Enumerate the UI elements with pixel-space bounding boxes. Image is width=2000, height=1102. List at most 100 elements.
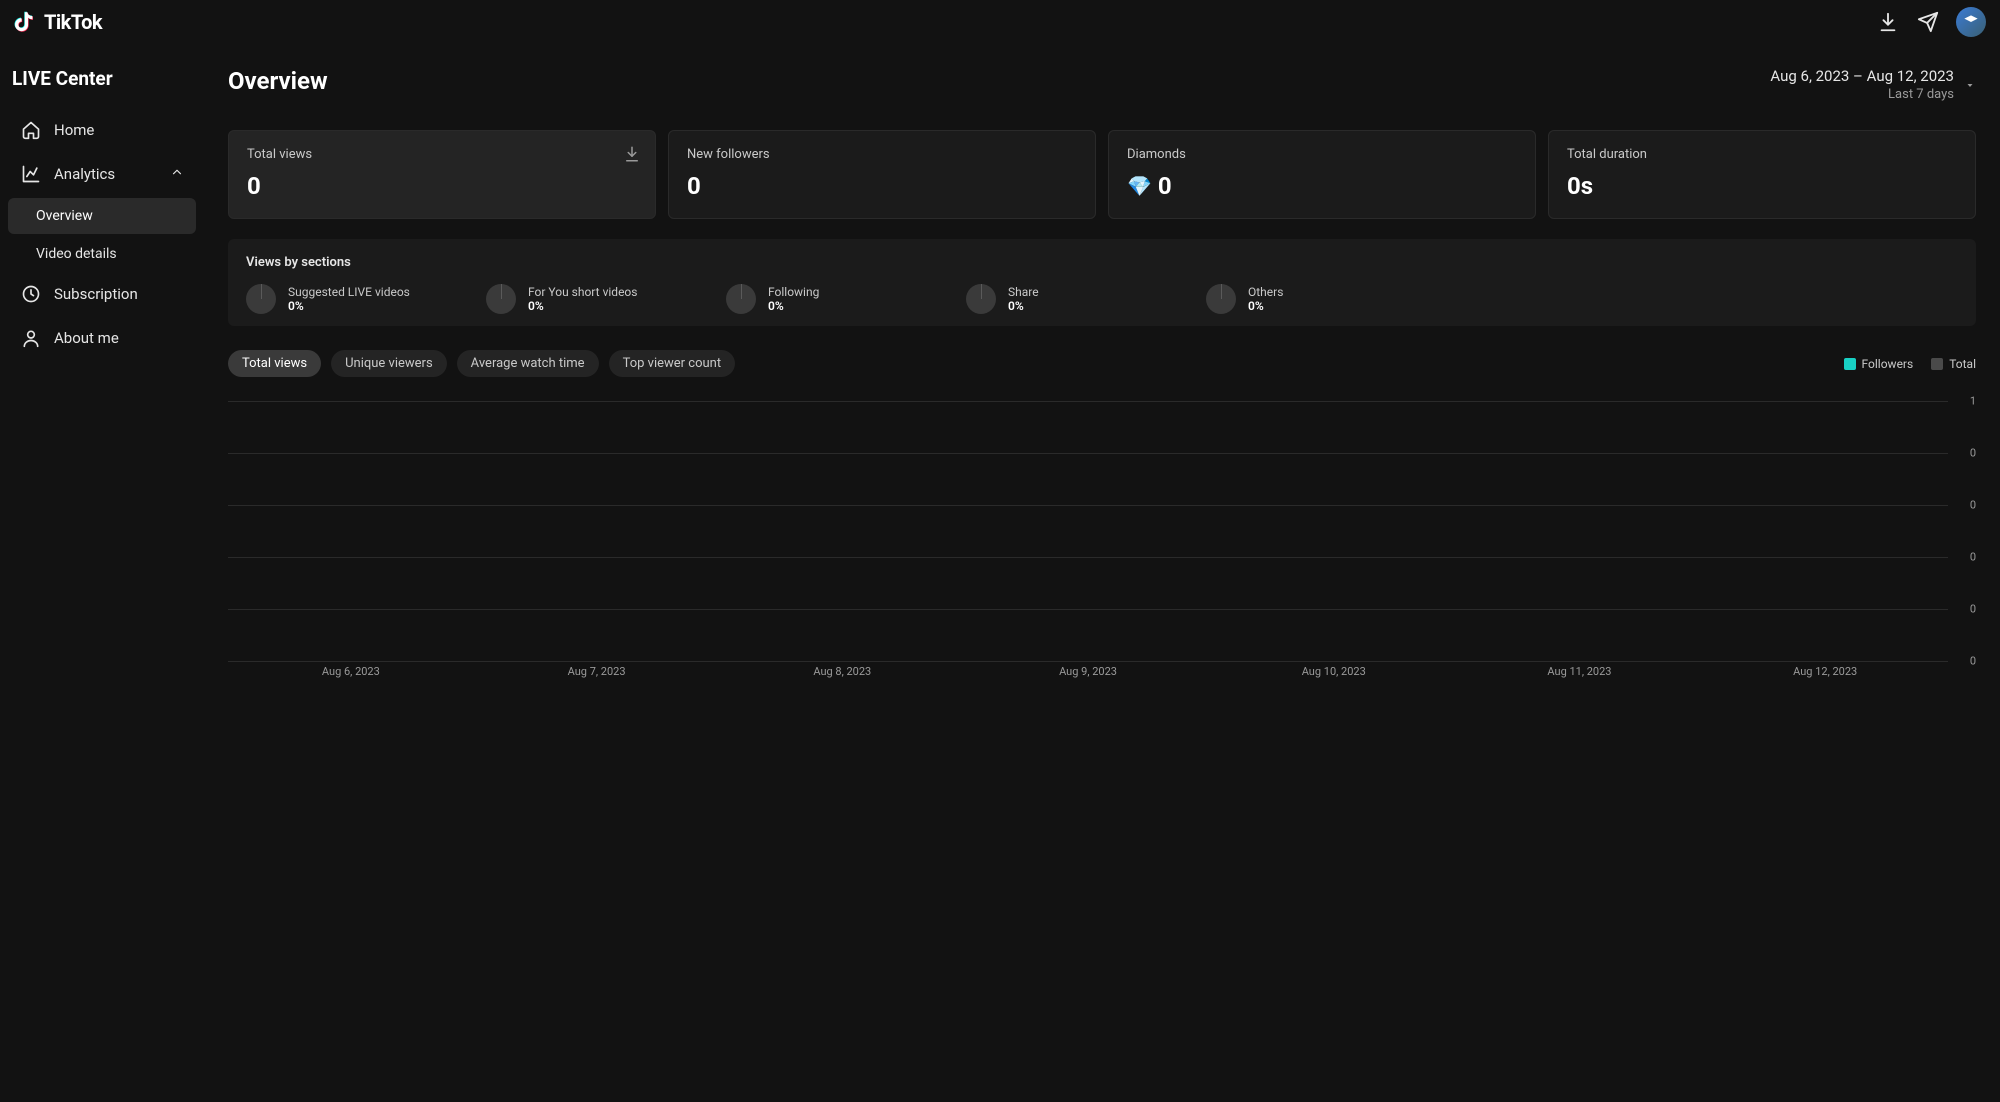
stat-total-views[interactable]: Total views 0: [228, 130, 656, 219]
sidebar-item-analytics[interactable]: Analytics: [8, 154, 196, 194]
chevron-up-icon: [170, 165, 184, 183]
stat-total-duration[interactable]: Total duration 0s: [1548, 130, 1976, 219]
stat-new-followers[interactable]: New followers 0: [668, 130, 1096, 219]
legend-label: Followers: [1862, 357, 1914, 371]
swatch-total: [1931, 358, 1943, 370]
sidebar-title: LIVE Center: [8, 67, 196, 110]
section-item: Others0%: [1206, 284, 1406, 314]
sections-title: Views by sections: [246, 255, 1958, 270]
page-title: Overview: [228, 67, 328, 95]
section-label: For You short videos: [528, 285, 637, 299]
chart-area: 100000: [228, 401, 1976, 661]
y-tick-label: 0: [1970, 447, 1976, 460]
grid-line: [228, 557, 1948, 558]
section-item: For You short videos0%: [486, 284, 686, 314]
sidebar-item-subscription[interactable]: Subscription: [8, 274, 196, 314]
layers-icon: [1963, 14, 1979, 30]
chart-tab[interactable]: Total views: [228, 350, 321, 377]
section-item: Share0%: [966, 284, 1166, 314]
pie-icon: [486, 284, 516, 314]
date-range-text: Aug 6, 2023 – Aug 12, 2023: [1770, 67, 1954, 85]
user-icon: [20, 327, 42, 349]
section-label: Share: [1008, 285, 1039, 299]
grid-line: [228, 661, 1948, 662]
stat-value: 0: [687, 172, 1077, 200]
topbar: TikTok: [0, 0, 2000, 43]
grid-line: [228, 505, 1948, 506]
stat-diamonds[interactable]: Diamonds 💎 0: [1108, 130, 1536, 219]
x-tick-label: Aug 11, 2023: [1457, 665, 1703, 678]
subscription-icon: [20, 283, 42, 305]
section-value: 0%: [768, 299, 819, 313]
pie-icon: [966, 284, 996, 314]
sidebar-item-label: Subscription: [54, 285, 138, 303]
sidebar-item-label: Home: [54, 121, 94, 139]
date-range-picker[interactable]: Aug 6, 2023 – Aug 12, 2023 Last 7 days: [1770, 67, 1976, 102]
stat-label: Total duration: [1567, 147, 1957, 162]
pie-icon: [726, 284, 756, 314]
grid-line: [228, 453, 1948, 454]
x-tick-label: Aug 6, 2023: [228, 665, 474, 678]
x-tick-label: Aug 7, 2023: [474, 665, 720, 678]
chart-tab[interactable]: Unique viewers: [331, 350, 447, 377]
y-tick-label: 0: [1970, 655, 1976, 668]
stats-row: Total views 0 New followers 0 Diamonds 💎…: [228, 130, 1976, 219]
legend-followers: Followers: [1844, 357, 1914, 371]
home-icon: [20, 119, 42, 141]
y-tick-label: 0: [1970, 551, 1976, 564]
swatch-followers: [1844, 358, 1856, 370]
section-value: 0%: [288, 299, 410, 313]
x-tick-label: Aug 9, 2023: [965, 665, 1211, 678]
download-icon[interactable]: [623, 145, 641, 163]
send-icon[interactable]: [1908, 2, 1948, 42]
chart-tabs: Total views Unique viewers Average watch t…: [228, 350, 1976, 377]
section-item: Following0%: [726, 284, 926, 314]
stat-value: 0: [247, 172, 637, 200]
section-label: Suggested LIVE videos: [288, 285, 410, 299]
legend-total: Total: [1931, 357, 1976, 371]
x-tick-label: Aug 10, 2023: [1211, 665, 1457, 678]
chart-legend: Followers Total: [1844, 357, 1976, 371]
stat-value: 0s: [1567, 172, 1957, 200]
stat-label: Diamonds: [1127, 147, 1517, 162]
section-item: Suggested LIVE videos0%: [246, 284, 446, 314]
section-value: 0%: [1008, 299, 1039, 313]
sidebar-sub-video-details[interactable]: Video details: [8, 236, 196, 272]
stat-label: Total views: [247, 147, 637, 162]
caret-down-icon: [1964, 79, 1976, 91]
views-by-sections-card: Views by sections Suggested LIVE videos0…: [228, 239, 1976, 326]
diamond-icon: 💎: [1127, 176, 1152, 196]
chart-tab[interactable]: Average watch time: [457, 350, 599, 377]
section-value: 0%: [528, 299, 637, 313]
section-value: 0%: [1248, 299, 1283, 313]
pie-icon: [1206, 284, 1236, 314]
section-label: Others: [1248, 285, 1283, 299]
brand-name: TikTok: [44, 10, 102, 34]
account-avatar[interactable]: [1956, 7, 1986, 37]
stat-value: 0: [1158, 172, 1172, 200]
sidebar-item-label: Overview: [36, 208, 93, 224]
section-label: Following: [768, 285, 819, 299]
tiktok-logo[interactable]: TikTok: [14, 9, 102, 35]
stat-label: New followers: [687, 147, 1077, 162]
date-range-sub: Last 7 days: [1770, 87, 1954, 102]
sidebar-sub-overview[interactable]: Overview: [8, 198, 196, 234]
sidebar-item-label: About me: [54, 329, 119, 347]
grid-line: [228, 609, 1948, 610]
chart-tab[interactable]: Top viewer count: [609, 350, 736, 377]
tiktok-logo-icon: [14, 9, 40, 35]
grid-line: [228, 401, 1948, 402]
download-icon[interactable]: [1868, 2, 1908, 42]
analytics-icon: [20, 163, 42, 185]
sidebar-item-label: Video details: [36, 246, 117, 262]
x-tick-label: Aug 8, 2023: [719, 665, 965, 678]
pie-icon: [246, 284, 276, 314]
sidebar-item-home[interactable]: Home: [8, 110, 196, 150]
chart-x-axis: Aug 6, 2023Aug 7, 2023Aug 8, 2023Aug 9, …: [228, 665, 1976, 678]
sidebar: LIVE Center Home Analytics Overview Vide…: [0, 43, 204, 1102]
y-tick-label: 0: [1970, 499, 1976, 512]
x-tick-label: Aug 12, 2023: [1702, 665, 1948, 678]
sidebar-item-about-me[interactable]: About me: [8, 318, 196, 358]
y-tick-label: 0: [1970, 603, 1976, 616]
y-tick-label: 1: [1970, 395, 1976, 408]
